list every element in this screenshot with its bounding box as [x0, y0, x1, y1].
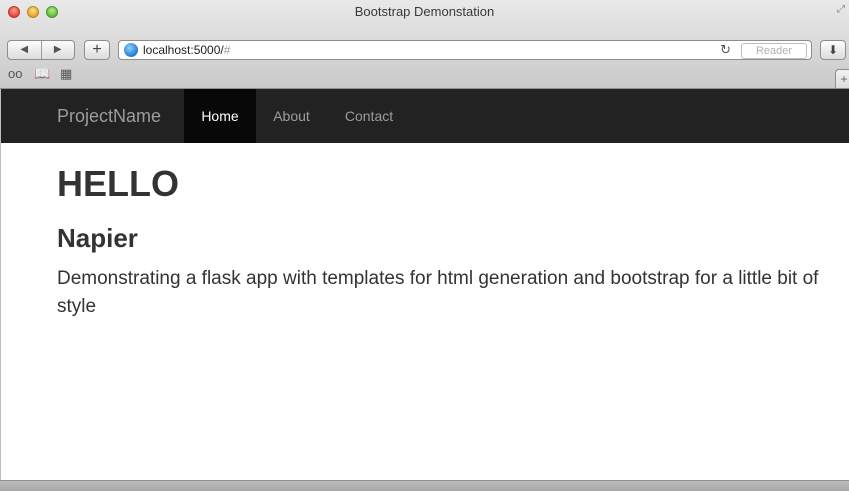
lead-paragraph: Demonstrating a flask app with templates… [57, 268, 819, 317]
url-host: localhost:5000/ [143, 43, 224, 57]
nav-item-about[interactable]: About [256, 89, 327, 143]
nav-item-contact[interactable]: Contact [327, 89, 411, 143]
address-bar[interactable]: localhost:5000/# ↻ Reader [118, 40, 812, 60]
url-hash: # [223, 43, 231, 57]
reader-button[interactable]: Reader [741, 43, 807, 59]
back-forward-buttons: ◀ ▶ [7, 40, 75, 60]
page-heading: HELLO [57, 163, 179, 204]
reload-icon[interactable]: ↻ [720, 42, 731, 58]
top-sites-icon[interactable]: ▦ [60, 66, 72, 82]
page-subheading: Napier [57, 223, 138, 253]
bookmarks-bar: oo 📖 ▦ + [0, 64, 849, 88]
bookmarks-icon[interactable]: 📖 [34, 66, 50, 82]
navbar-brand[interactable]: ProjectName [57, 106, 161, 127]
fullscreen-icon[interactable]: ⤢ [837, 4, 845, 15]
browser-window: Bootstrap Demonstation ⤢ ◀ ▶ + localhost… [0, 0, 849, 491]
back-button[interactable]: ◀ [8, 41, 41, 59]
globe-icon [124, 43, 138, 57]
url-text[interactable]: localhost:5000/# [143, 43, 230, 57]
browser-chrome: Bootstrap Demonstation ⤢ ◀ ▶ + localhost… [0, 0, 849, 89]
reading-list-icon[interactable]: oo [8, 66, 22, 81]
new-tab-button[interactable]: + [835, 69, 849, 88]
window-title: Bootstrap Demonstation [354, 4, 495, 19]
title-bar: Bootstrap Demonstation ⤢ [0, 0, 849, 36]
window-bottom-bar [0, 480, 849, 491]
navbar: ProjectName Home About Contact [1, 89, 849, 143]
web-page: ProjectName Home About Contact HELLO Nap… [0, 89, 849, 480]
nav-item-home[interactable]: Home [184, 89, 256, 143]
main-content: HELLO Napier Demonstrating a flask app w… [57, 163, 827, 321]
forward-button[interactable]: ▶ [40, 41, 75, 59]
downloads-button[interactable]: ⬇ [820, 40, 846, 60]
add-bookmark-button[interactable]: + [84, 40, 110, 60]
